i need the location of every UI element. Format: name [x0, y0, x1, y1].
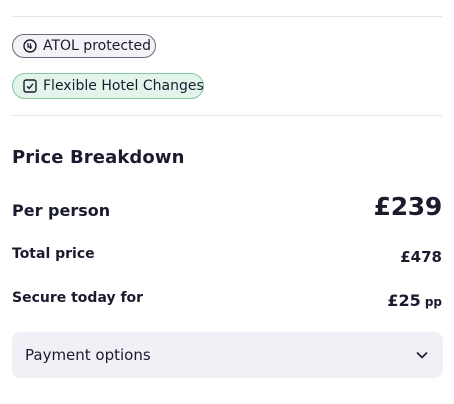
secure-today-value: £25: [387, 291, 421, 310]
total-price-value: £478: [400, 248, 442, 266]
secure-today-label: Secure today for: [12, 290, 144, 306]
total-price-label: Total price: [12, 246, 95, 262]
top-divider: [12, 16, 442, 17]
section-divider: [12, 115, 442, 116]
atol-shield-icon: [23, 39, 37, 53]
per-person-value: £239: [373, 192, 443, 221]
payment-options-label: Payment options: [25, 346, 151, 364]
payment-options-dropdown[interactable]: Payment options: [12, 332, 443, 378]
per-person-label: Per person: [12, 201, 111, 220]
checkbox-icon: [23, 79, 37, 93]
atol-protected-badge: ATOL protected: [12, 34, 156, 58]
secure-today-value-group: £25 pp: [387, 291, 442, 310]
price-breakdown-title: Price Breakdown: [12, 147, 185, 168]
flexible-hotel-changes-badge: Flexible Hotel Changes: [12, 73, 204, 99]
atol-protected-label: ATOL protected: [43, 38, 152, 54]
flexible-hotel-changes-label: Flexible Hotel Changes: [43, 78, 204, 94]
secure-today-unit: pp: [424, 295, 442, 309]
chevron-down-icon[interactable]: [415, 348, 429, 362]
